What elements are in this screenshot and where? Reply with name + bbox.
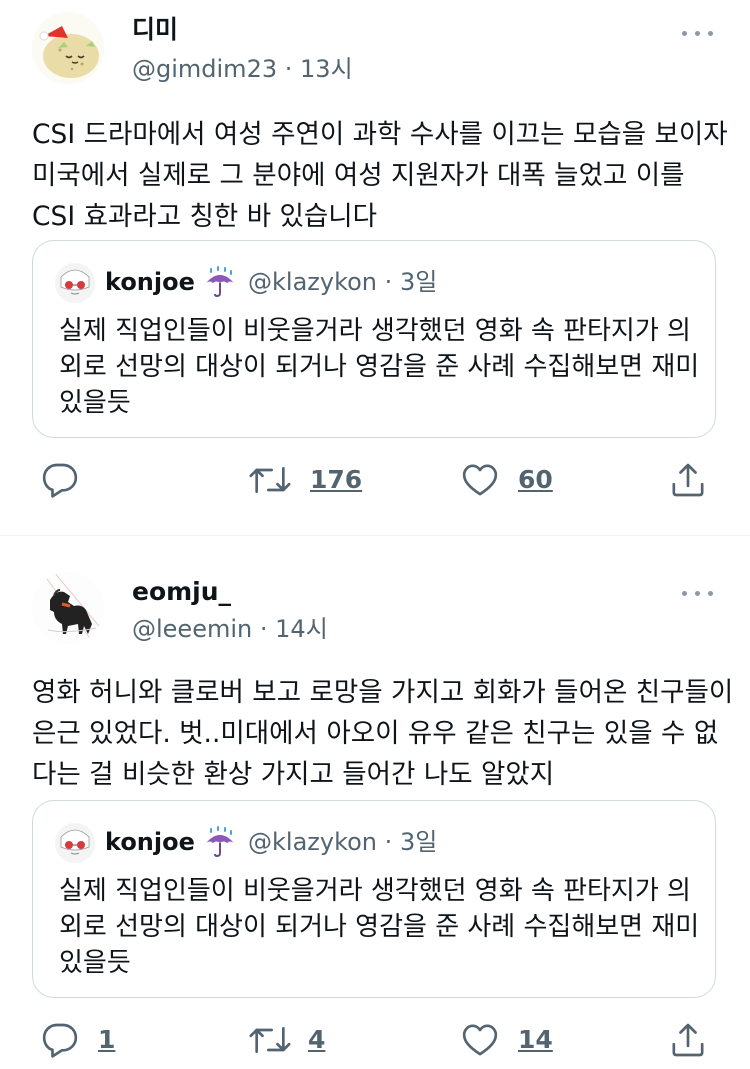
tweet-text: 영화 허니와 클로버 보고 로망을 가지고 회화가 들어온 친구들이 은근 있었… xyxy=(32,672,734,795)
separator-dot: · xyxy=(259,615,268,643)
quote-author-name: konjoe xyxy=(105,268,195,296)
quote-text-line: 외로 선망의 대상이 되거나 영감을 준 사례 수집해보면 재미 xyxy=(59,912,700,942)
heart-icon xyxy=(462,464,498,496)
quote-author-meta: @klazykon · 3일 xyxy=(248,827,437,857)
reply-count[interactable]: 1 xyxy=(98,1024,115,1056)
quote-author-handle: @klazykon xyxy=(248,828,378,856)
quote-text-line: 실제 직업인들이 비웃을거라 생각했던 영화 속 판타지가 의 xyxy=(59,876,691,906)
retweet-icon xyxy=(249,467,291,493)
quote-text-line: 실제 직업인들이 비웃을거라 생각했던 영화 속 판타지가 의 xyxy=(59,316,691,346)
heart-icon xyxy=(462,1024,498,1056)
quote-text-line: 있을듯 xyxy=(59,948,131,978)
quote-author-meta: @klazykon · 3일 xyxy=(248,267,437,297)
quote-text: 실제 직업인들이 비웃을거라 생각했던 영화 속 판타지가 의 외로 선망의 대… xyxy=(59,873,699,981)
reply-button[interactable] xyxy=(40,460,84,500)
tweet-text-line: 미국에서 실제로 그 분야에 여성 지원자가 대폭 늘었고 이를 xyxy=(32,160,685,191)
separator-dot: · xyxy=(284,55,293,83)
like-button[interactable]: 60 xyxy=(460,460,560,500)
author-name[interactable]: eomju_ xyxy=(132,576,231,608)
quote-time: 3일 xyxy=(399,828,438,856)
like-button[interactable]: 14 xyxy=(460,1020,560,1060)
timeline-feed: 디미 @gimdim23 · 13시 CSI 드라마에서 여성 주연이 과학 수… xyxy=(0,0,750,1069)
share-icon xyxy=(672,1023,704,1057)
separator-dot: · xyxy=(384,828,393,856)
tweet-text-line: CSI 효과라고 칭한 바 있습니다 xyxy=(32,201,378,232)
avatar[interactable] xyxy=(32,572,104,644)
avatar[interactable] xyxy=(32,12,104,84)
tweet-text-line: CSI 드라마에서 여성 주연이 과학 수사를 이끄는 모습을 보이자 xyxy=(32,119,728,150)
author-handle[interactable]: @leeemin xyxy=(132,615,252,643)
quote-time: 3일 xyxy=(399,268,438,296)
retweet-count[interactable]: 4 xyxy=(308,1024,325,1056)
tweet-text-line: 영화 허니와 클로버 보고 로망을 가지고 회화가 들어온 친구들이 xyxy=(32,677,734,708)
umbrella-with-rain-icon xyxy=(203,265,237,299)
tweet-time[interactable]: 13시 xyxy=(300,55,353,83)
author-handle[interactable]: @gimdim23 xyxy=(132,55,277,83)
quote-avatar xyxy=(55,823,95,863)
retweet-button[interactable]: 4 xyxy=(248,1020,338,1060)
like-count[interactable]: 14 xyxy=(518,1024,553,1056)
share-button[interactable] xyxy=(668,460,712,500)
umbrella-with-rain-icon xyxy=(203,825,237,859)
retweet-button[interactable]: 176 xyxy=(248,460,362,500)
quote-text-line: 외로 선망의 대상이 되거나 영감을 준 사례 수집해보면 재미 xyxy=(59,352,700,382)
quoted-tweet[interactable]: konjoe @klazykon · 3일 실제 직업인들이 비웃을거라 생각했… xyxy=(32,800,716,998)
author-name[interactable]: 디미 xyxy=(132,14,178,46)
author-meta: @leeemin · 14시 xyxy=(132,614,328,644)
quote-text-line: 있을듯 xyxy=(59,388,131,418)
quote-text: 실제 직업인들이 비웃을거라 생각했던 영화 속 판타지가 의 외로 선망의 대… xyxy=(59,313,699,421)
retweet-icon xyxy=(249,1027,291,1053)
more-icon[interactable] xyxy=(682,28,716,38)
tweet-text-line: 은근 있었다. 벗..미대에서 아오이 유우 같은 친구는 있을 수 없 xyxy=(32,718,719,749)
author-meta: @gimdim23 · 13시 xyxy=(132,54,353,84)
like-count[interactable]: 60 xyxy=(518,464,553,496)
quote-author-name: konjoe xyxy=(105,828,195,856)
quoted-tweet[interactable]: konjoe @klazykon · 3일 실제 직업인들이 비웃을거라 생각했… xyxy=(32,240,716,438)
share-button[interactable] xyxy=(668,1020,712,1060)
tweet-time[interactable]: 14시 xyxy=(275,615,328,643)
reply-icon xyxy=(42,1023,78,1058)
tweet-actions: 1 4 14 xyxy=(0,1020,750,1060)
reply-icon xyxy=(42,463,78,498)
quote-author-handle: @klazykon xyxy=(248,268,378,296)
reply-button[interactable]: 1 xyxy=(40,1020,130,1060)
tweet[interactable]: eomju_ @leeemin · 14시 영화 허니와 클로버 보고 로망을 … xyxy=(0,536,750,1069)
more-icon[interactable] xyxy=(682,588,716,598)
tweet-text: CSI 드라마에서 여성 주연이 과학 수사를 이끄는 모습을 보이자 미국에서… xyxy=(32,114,728,237)
quote-avatar xyxy=(55,263,95,303)
separator-dot: · xyxy=(384,268,393,296)
tweet-actions: 176 60 xyxy=(0,460,750,500)
tweet[interactable]: 디미 @gimdim23 · 13시 CSI 드라마에서 여성 주연이 과학 수… xyxy=(0,0,750,535)
retweet-count[interactable]: 176 xyxy=(310,464,362,496)
share-icon xyxy=(672,463,704,497)
tweet-text-line: 다는 걸 비슷한 환상 가지고 들어간 나도 알았지 xyxy=(32,759,555,790)
